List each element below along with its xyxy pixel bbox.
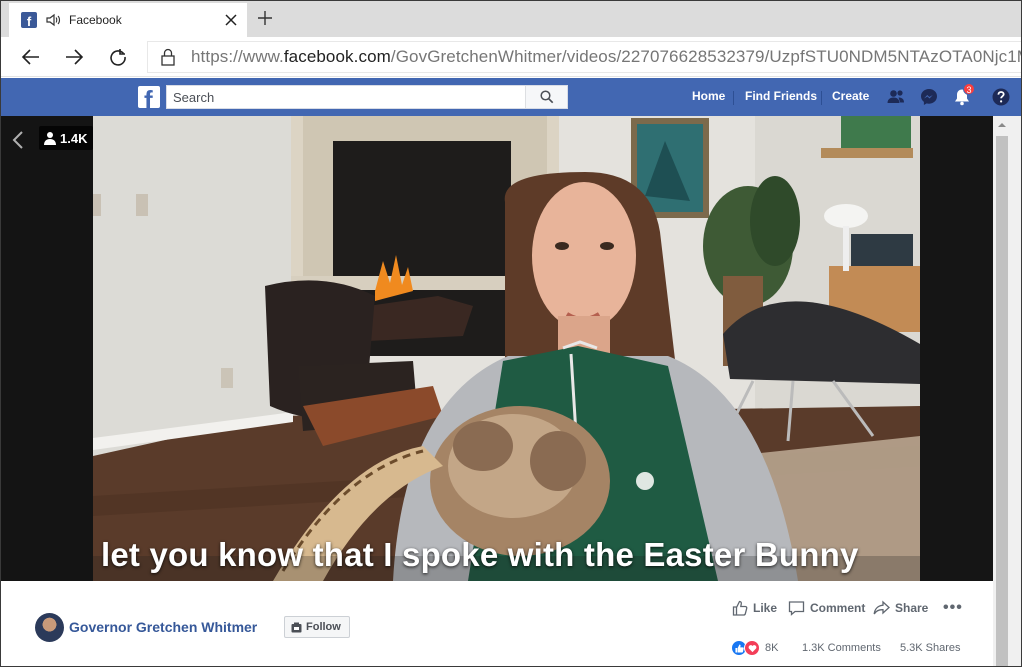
thumbs-up-icon [732, 600, 748, 616]
address-bar-row: https://www.facebook.com/GovGretchenWhit… [1, 37, 1021, 77]
live-viewer-count: 1.4K [39, 126, 94, 150]
love-reaction-icon [744, 640, 760, 656]
comments-count[interactable]: 1.3K Comments [802, 642, 881, 654]
facebook-favicon-icon: f [21, 12, 37, 28]
nav-divider [821, 91, 822, 105]
browser-window: f Facebook https://www.facebook.com/GovG… [0, 0, 1022, 667]
reaction-count: 8K [765, 642, 779, 654]
nav-find-friends-link[interactable]: Find Friends [745, 89, 817, 103]
page-scrollbar[interactable] [993, 116, 1021, 666]
follow-label: Follow [306, 621, 341, 633]
video-letterbox-left [1, 116, 93, 581]
forward-arrow-icon[interactable] [64, 47, 84, 67]
video-frame[interactable] [93, 116, 920, 581]
nav-create-link[interactable]: Create [832, 89, 869, 103]
video-scene-image [93, 116, 920, 581]
search-button[interactable] [525, 86, 567, 108]
messenger-icon[interactable] [919, 87, 939, 107]
page-name-link[interactable]: Governor Gretchen Whitmer [69, 619, 257, 635]
notification-badge: 3 [963, 83, 975, 95]
back-arrow-icon[interactable] [21, 47, 41, 67]
url-text[interactable]: https://www.facebook.com/GovGretchenWhit… [191, 47, 1021, 67]
speaker-icon[interactable] [45, 12, 61, 28]
search-input[interactable] [167, 86, 527, 108]
facebook-logo-icon[interactable]: f [138, 86, 160, 108]
post-info-panel: Governor Gretchen Whitmer Follow Like Co… [1, 581, 993, 666]
url-prefix: https://www. [191, 47, 284, 66]
follow-button[interactable]: Follow [284, 616, 350, 638]
share-label: Share [895, 601, 929, 615]
tab-strip: f Facebook [1, 1, 1021, 37]
shares-count[interactable]: 5.3K Shares [900, 642, 961, 654]
video-letterbox-right [920, 116, 993, 581]
reaction-summary[interactable]: 8K [731, 639, 778, 657]
new-tab-icon[interactable] [257, 10, 273, 26]
browser-tab-facebook[interactable]: f Facebook [9, 3, 247, 37]
nav-divider [733, 91, 734, 105]
person-icon [44, 132, 56, 145]
follow-icon [291, 622, 302, 632]
help-icon[interactable] [991, 87, 1011, 107]
lock-icon[interactable] [161, 48, 175, 66]
more-options-icon[interactable]: ••• [943, 599, 963, 617]
search-icon [539, 90, 553, 104]
refresh-icon[interactable] [108, 47, 128, 67]
like-label: Like [753, 601, 778, 615]
close-tab-icon[interactable] [223, 12, 239, 28]
facebook-header: f Home Find Friends Create [1, 78, 1021, 116]
url-domain: facebook.com [283, 47, 391, 66]
comment-label: Comment [810, 601, 866, 615]
video-caption: let you know that I spoke with the Easte… [101, 536, 859, 573]
comment-button[interactable]: Comment [788, 599, 865, 617]
url-path: /GovGretchenWhitmer/videos/2270766285323… [390, 47, 1021, 66]
viewer-count-text: 1.4K [60, 130, 88, 146]
like-button[interactable]: Like [732, 599, 777, 617]
video-player[interactable]: 1.4K let you know that I spoke with the … [1, 116, 993, 581]
comment-icon [788, 601, 805, 616]
page-avatar[interactable] [35, 613, 64, 642]
chevron-left-icon[interactable] [11, 130, 25, 150]
tab-title: Facebook [69, 13, 122, 27]
share-button[interactable]: Share [873, 599, 928, 617]
friend-requests-icon[interactable] [886, 87, 906, 107]
share-arrow-icon [873, 600, 890, 615]
scrollbar-thumb[interactable] [996, 136, 1008, 666]
search-box [166, 85, 568, 109]
nav-home-link[interactable]: Home [692, 89, 725, 103]
scroll-up-arrow-icon[interactable] [997, 120, 1007, 130]
